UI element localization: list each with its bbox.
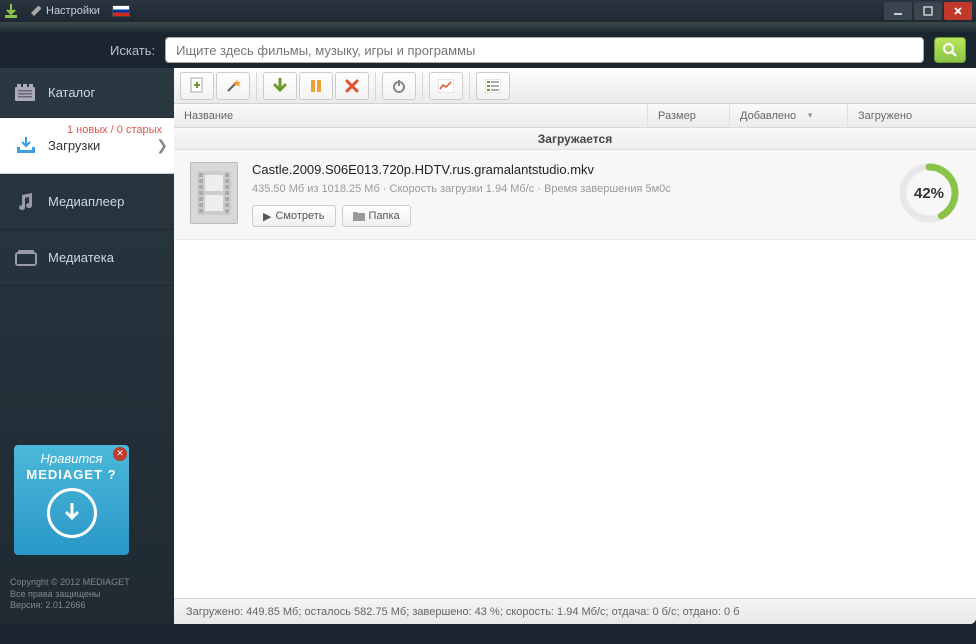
sidebar-item-label: Загрузки [48,138,100,153]
download-arrow-icon [272,78,288,94]
library-icon [14,248,38,268]
add-button[interactable] [180,72,214,100]
progress-ring: 42% [898,162,960,224]
search-bar: Искать: [0,32,976,68]
column-loaded[interactable]: Загружено [848,104,976,127]
column-name[interactable]: Название [174,104,648,127]
sidebar-item-label: Медиаплеер [48,194,124,209]
chart-button[interactable] [429,72,463,100]
sidebar-item-catalog[interactable]: Каталог [0,68,174,118]
download-title: Castle.2009.S06E013.720p.HDTV.rus.gramal… [252,162,884,177]
settings-label: Настройки [46,5,100,17]
minimize-button[interactable] [884,2,912,20]
sidebar-item-label: Медиатека [48,250,114,265]
sidebar-item-label: Каталог [48,85,95,100]
add-file-icon [188,77,206,95]
maximize-button[interactable] [914,2,942,20]
titlebar: Настройки [0,0,976,22]
promo-line2: MEDIAGET ? [26,467,116,483]
play-icon: ▶ [263,210,271,223]
flag-ru-icon[interactable] [112,5,130,17]
sidebar: Каталог 1 новых / 0 старых Загрузки ❯ Ме… [0,68,174,624]
app-icon [4,4,18,18]
wizard-button[interactable] [216,72,250,100]
delete-button[interactable] [335,72,369,100]
search-input[interactable] [165,37,924,63]
folder-button[interactable]: Папка [342,205,411,227]
footer: Copyright © 2012 MEDIAGET Все права защи… [0,569,174,624]
footer-rights: Все права защищены [10,589,164,601]
catalog-icon [14,83,38,103]
download-stats: 435.50 Мб из 1018.25 Мб · Скорость загру… [252,183,884,195]
delete-icon [345,79,359,93]
chevron-right-icon: ❯ [156,137,168,154]
wand-icon [224,77,242,95]
column-headers: Название Размер Добавлено▾ Загружено [174,104,976,128]
list-body [174,240,976,598]
search-button[interactable] [934,37,966,63]
promo-box[interactable]: ✕ Нравится MEDIAGET ? [14,445,129,555]
progress-percent: 42% [898,162,960,224]
watch-label: Смотреть [275,210,324,222]
promo-close-button[interactable]: ✕ [113,447,127,461]
list-button[interactable] [476,72,510,100]
power-button[interactable] [382,72,416,100]
search-label: Искать: [110,43,155,58]
folder-label: Папка [369,210,400,222]
promo-download-icon [47,488,97,538]
pause-button[interactable] [299,72,333,100]
footer-copyright: Copyright © 2012 MEDIAGET [10,577,164,589]
video-thumbnail-icon [190,162,238,224]
statusbar: Загружено: 449.85 Мб; осталось 582.75 Мб… [174,598,976,624]
start-button[interactable] [263,72,297,100]
power-icon [391,78,407,94]
music-icon [14,192,38,212]
pause-icon [309,79,323,93]
content: Название Размер Добавлено▾ Загружено Заг… [174,68,976,624]
promo-line1: Нравится [41,451,103,467]
download-tray-icon [14,136,38,156]
close-button[interactable] [944,2,972,20]
watch-button[interactable]: ▶ Смотреть [252,205,336,227]
chart-icon [438,79,454,93]
footer-version: Версия: 2.01.2666 [10,600,164,612]
downloads-badge: 1 новых / 0 старых [67,124,162,136]
sidebar-item-downloads[interactable]: 1 новых / 0 старых Загрузки ❯ [0,118,174,174]
folder-icon [353,211,365,221]
statusbar-text: Загружено: 449.85 Мб; осталось 582.75 Мб… [186,606,739,618]
wrench-icon [30,5,42,17]
sidebar-item-mediaplayer[interactable]: Медиаплеер [0,174,174,230]
download-item[interactable]: Castle.2009.S06E013.720p.HDTV.rus.gramal… [174,150,976,240]
settings-button[interactable]: Настройки [24,3,106,19]
sidebar-item-mediateka[interactable]: Медиатека [0,230,174,286]
section-downloading: Загружается [174,128,976,150]
sort-indicator-icon: ▾ [800,113,820,119]
search-icon [942,42,958,58]
list-icon [485,79,501,93]
column-added[interactable]: Добавлено▾ [730,104,848,127]
column-size[interactable]: Размер [648,104,730,127]
toolbar [174,68,976,104]
